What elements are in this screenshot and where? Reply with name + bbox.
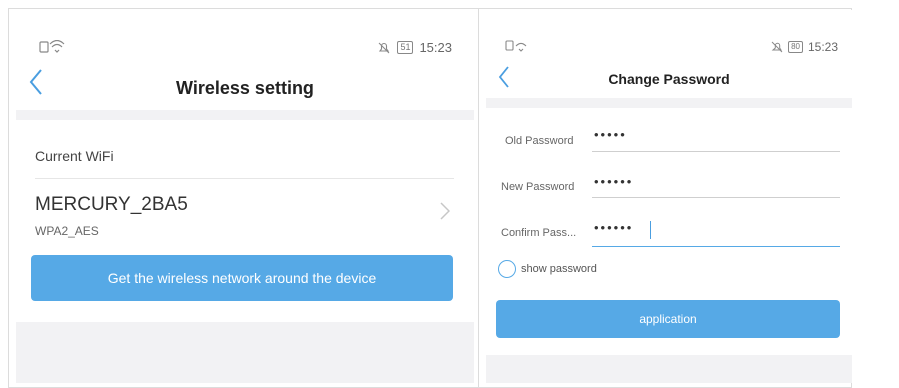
new-password-underline bbox=[592, 197, 840, 198]
frame-divider bbox=[478, 8, 479, 388]
sim-wifi-icon bbox=[505, 40, 527, 52]
status-time: 15:23 bbox=[807, 40, 838, 54]
status-icons-right-right: 80 15:23 bbox=[771, 40, 838, 54]
show-password-toggle[interactable]: show password bbox=[498, 258, 597, 280]
sim-wifi-icon bbox=[39, 39, 65, 53]
section-divider bbox=[35, 178, 454, 179]
show-password-label: show password bbox=[521, 263, 597, 275]
new-password-label: New Password bbox=[501, 181, 575, 193]
application-button[interactable]: application bbox=[496, 300, 840, 338]
old-password-input[interactable]: ••••• bbox=[594, 127, 627, 142]
page-title: Change Password bbox=[608, 71, 730, 87]
network-ssid: MERCURY_2BA5 bbox=[35, 194, 188, 215]
new-password-input[interactable]: •••••• bbox=[594, 174, 633, 189]
status-icons-left-right bbox=[505, 40, 533, 55]
chevron-right-icon bbox=[440, 202, 451, 225]
current-wifi-label: Current WiFi bbox=[35, 148, 114, 164]
status-bar: 51 15:23 bbox=[16, 39, 474, 57]
change-password-screen: 80 15:23 Change Password Old Password ••… bbox=[486, 10, 852, 383]
confirm-password-row: Confirm Pass... •••••• bbox=[486, 215, 852, 249]
confirm-password-input[interactable]: •••••• bbox=[594, 220, 633, 235]
header-separator bbox=[486, 98, 852, 108]
status-time: 15:23 bbox=[419, 40, 452, 55]
scan-networks-button[interactable]: Get the wireless network around the devi… bbox=[31, 255, 453, 301]
radio-circle-icon[interactable] bbox=[498, 260, 516, 278]
mute-bell-icon bbox=[379, 42, 390, 53]
current-network-row[interactable]: MERCURY_2BA5 WPA2_AES bbox=[16, 182, 474, 246]
confirm-password-label: Confirm Pass... bbox=[501, 227, 577, 239]
battery-level: 80 bbox=[791, 42, 800, 51]
page-title: Wireless setting bbox=[176, 78, 314, 98]
bottom-gray-area bbox=[486, 355, 852, 383]
old-password-label: Old Password bbox=[505, 135, 574, 147]
battery-level: 51 bbox=[400, 42, 411, 52]
bottom-gray-area bbox=[16, 322, 474, 383]
header-separator bbox=[16, 110, 474, 120]
battery-icon: 51 bbox=[397, 41, 414, 54]
old-password-row: Old Password ••••• bbox=[486, 120, 852, 154]
battery-icon: 80 bbox=[788, 41, 803, 53]
status-bar-right: 80 15:23 bbox=[486, 40, 852, 54]
status-icons-right: 51 15:23 bbox=[377, 40, 452, 55]
network-security: WPA2_AES bbox=[35, 224, 99, 238]
wireless-setting-screen: 51 15:23 Wireless setting Current WiFi M… bbox=[16, 10, 474, 383]
status-icons-left bbox=[39, 39, 71, 57]
confirm-password-underline bbox=[592, 246, 840, 247]
new-password-row: New Password •••••• bbox=[486, 166, 852, 200]
old-password-underline bbox=[592, 151, 840, 152]
mute-bell-icon bbox=[771, 41, 783, 53]
text-cursor bbox=[650, 221, 651, 239]
